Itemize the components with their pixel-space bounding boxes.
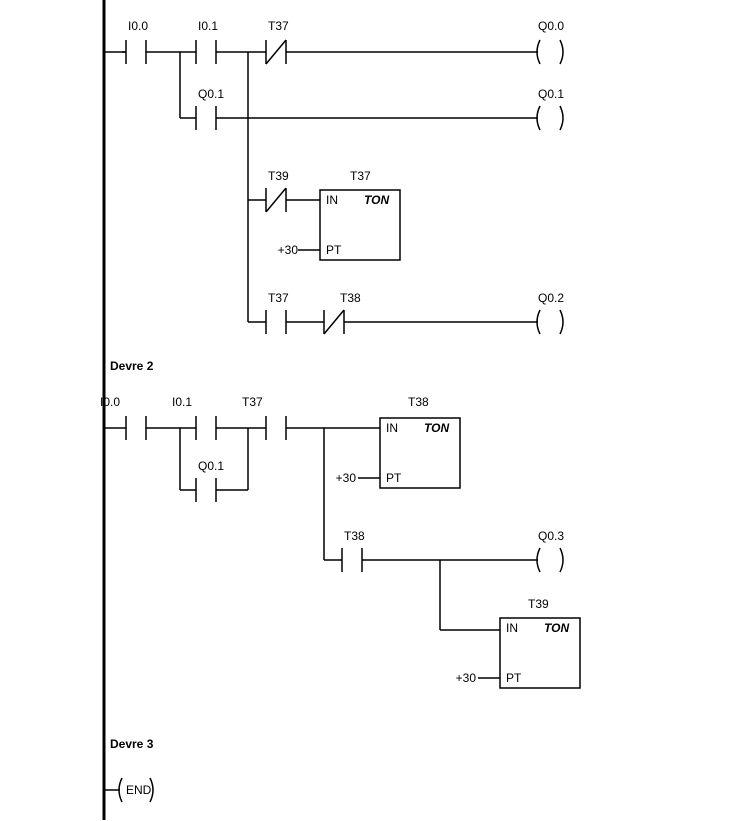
rung2: I0.0 I0.1 Q0.1 T37 T38 IN TON PT +30 [100,395,580,688]
timer-type: TON [364,193,389,207]
coil-label: Q0.0 [538,19,564,33]
contact-label: Q0.1 [198,459,224,473]
timer-in: IN [506,621,518,635]
contact-label: Q0.1 [198,87,224,101]
timer-pt-value: +30 [278,243,299,257]
timer-type: TON [544,621,569,635]
contact-label: T38 [340,291,361,305]
contact-label: T39 [268,169,289,183]
timer-type: TON [424,421,449,435]
timer-pt-label: PT [326,243,342,257]
timer-name: T38 [408,395,429,409]
network-title-2: Devre 2 [110,359,154,373]
end-label: END [126,783,152,797]
coil-label: Q0.3 [538,529,564,543]
timer-name: T37 [350,169,371,183]
timer-name: T39 [528,597,549,611]
contact-label: I0.0 [100,395,120,409]
network-title-3: Devre 3 [110,737,154,751]
coil-label: Q0.2 [538,291,564,305]
contact-label: T38 [344,529,365,543]
coil-label: Q0.1 [538,87,564,101]
contact-label: T37 [268,19,289,33]
contact-label: T37 [242,395,263,409]
contact-label: I0.0 [128,19,148,33]
contact-label: I0.1 [198,19,218,33]
timer-pt-value: +30 [336,471,357,485]
end-instruction: END [104,778,153,802]
timer-pt-label: PT [506,671,522,685]
timer-in: IN [326,193,338,207]
timer-in: IN [386,421,398,435]
timer-pt-label: PT [386,471,402,485]
contact-label: T37 [268,291,289,305]
contact-label: I0.1 [172,395,192,409]
timer-pt-value: +30 [456,671,477,685]
rung1: I0.0 I0.1 Q0.1 T37 Q0.0 [104,19,564,334]
